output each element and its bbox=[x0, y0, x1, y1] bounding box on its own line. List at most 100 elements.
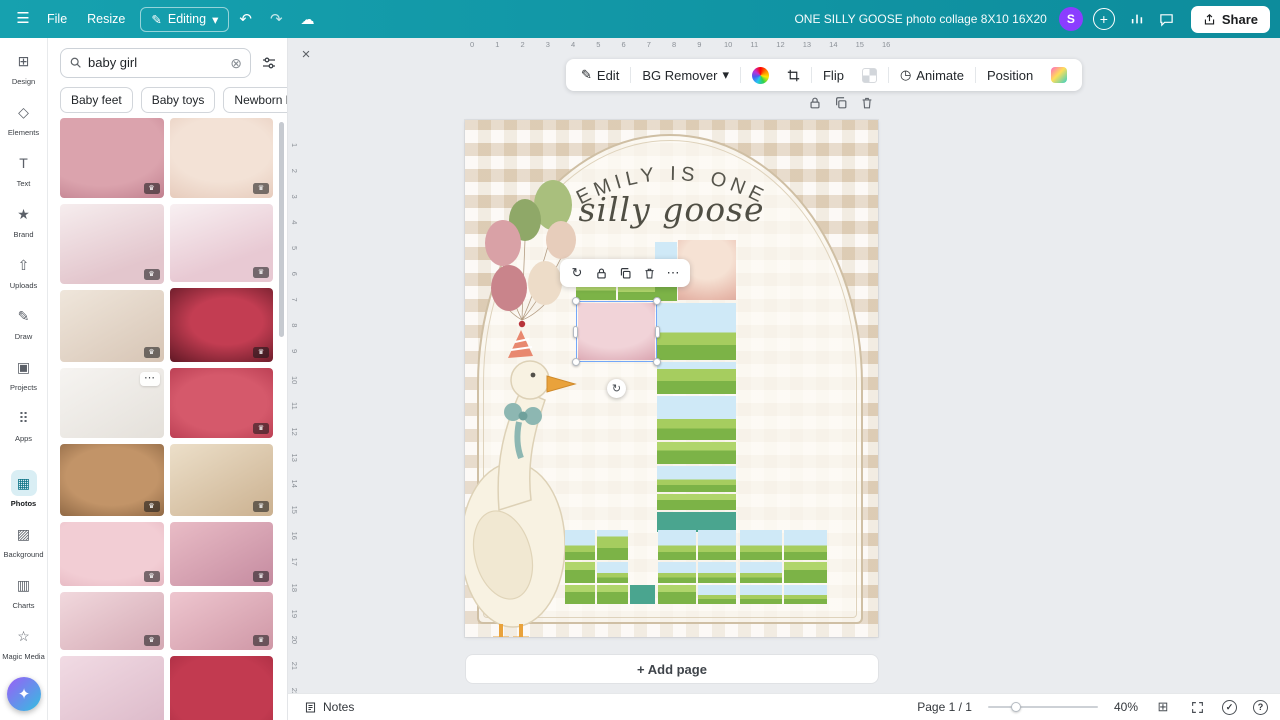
resize-handle[interactable] bbox=[572, 358, 580, 366]
more-options-icon[interactable]: ⋯ bbox=[662, 262, 684, 284]
photo-frame-placeholder[interactable] bbox=[740, 562, 782, 583]
photo-frame-placeholder[interactable] bbox=[698, 530, 736, 560]
design-page[interactable]: EMILY IS ONE silly goose bbox=[465, 120, 878, 637]
close-panel-icon[interactable]: × bbox=[296, 44, 316, 64]
photo-thumbnail[interactable] bbox=[170, 656, 274, 720]
sidebar-item-brand[interactable]: ★ Brand bbox=[0, 195, 48, 246]
delete-page-button[interactable] bbox=[860, 96, 874, 110]
trash-icon[interactable] bbox=[638, 262, 660, 284]
script-title-text[interactable]: silly goose bbox=[465, 190, 878, 229]
photo-thumbnail[interactable]: ♛ bbox=[170, 444, 274, 516]
search-box[interactable]: ⊗ bbox=[60, 48, 251, 78]
share-button[interactable]: Share bbox=[1191, 6, 1270, 33]
photo-frame-placeholder[interactable] bbox=[597, 530, 628, 560]
search-filter-icon[interactable] bbox=[259, 53, 279, 73]
photo-thumbnail[interactable]: ♛ bbox=[170, 118, 274, 198]
edit-button[interactable]: ✎ Edit bbox=[574, 63, 626, 87]
photo-frame-placeholder[interactable] bbox=[657, 466, 736, 492]
comments-icon[interactable] bbox=[1153, 6, 1181, 32]
add-page-button[interactable]: + Add page bbox=[466, 655, 878, 683]
zoom-slider-knob[interactable] bbox=[1011, 702, 1021, 712]
flip-button[interactable]: Flip bbox=[816, 64, 851, 87]
photo-frame-placeholder[interactable] bbox=[657, 396, 736, 440]
photo-thumbnail[interactable]: ♛ bbox=[60, 118, 164, 198]
photo-frame-placeholder[interactable] bbox=[657, 494, 736, 510]
notes-button[interactable]: Notes bbox=[304, 700, 354, 714]
photo-frame-placeholder[interactable] bbox=[658, 585, 696, 604]
photo-frame-placeholder[interactable] bbox=[698, 562, 736, 583]
animate-button[interactable]: ◷ Animate bbox=[893, 63, 971, 87]
photo-thumbnail[interactable]: ⋯ bbox=[60, 368, 164, 438]
chip-baby-feet[interactable]: Baby feet bbox=[60, 87, 133, 113]
document-title[interactable]: ONE SILLY GOOSE photo collage 8X10 16X20 bbox=[794, 12, 1056, 26]
photo-thumbnail[interactable]: ♛ bbox=[60, 204, 164, 284]
photo-frame-placeholder[interactable] bbox=[565, 530, 595, 560]
zoom-level[interactable]: 40% bbox=[1114, 700, 1138, 714]
sidebar-item-photos[interactable]: ▦ Photos bbox=[0, 464, 48, 515]
hamburger-menu-icon[interactable]: ☰ bbox=[10, 6, 36, 32]
photo-thumbnail[interactable]: ♛ bbox=[60, 592, 164, 650]
fullscreen-icon[interactable] bbox=[1188, 698, 1206, 716]
sidebar-item-elements[interactable]: ◇ Elements bbox=[0, 93, 48, 144]
photo-frame-placeholder[interactable] bbox=[657, 442, 736, 464]
sidebar-item-text[interactable]: T Text bbox=[0, 144, 48, 195]
search-clear-icon[interactable]: ⊗ bbox=[230, 56, 242, 70]
magic-assistant-button[interactable]: ✦ bbox=[7, 677, 41, 711]
photo-frame-placeholder[interactable] bbox=[565, 562, 595, 583]
thumbnail-more-icon[interactable]: ⋯ bbox=[140, 372, 160, 386]
transparency-button[interactable] bbox=[855, 64, 884, 87]
side-resize-handle[interactable] bbox=[655, 326, 660, 338]
photo-frame-placeholder[interactable] bbox=[597, 562, 628, 583]
chip-baby-toys[interactable]: Baby toys bbox=[141, 87, 216, 113]
photo-frame-placeholder[interactable] bbox=[740, 585, 782, 604]
photo-thumbnail[interactable]: ♛ bbox=[170, 592, 274, 650]
photo-thumbnail[interactable]: ♛ bbox=[170, 522, 274, 586]
resize-handle[interactable] bbox=[572, 297, 580, 305]
avatar[interactable]: S bbox=[1059, 7, 1083, 31]
duplicate-icon[interactable] bbox=[614, 262, 636, 284]
photo-frame-placeholder[interactable] bbox=[597, 585, 628, 604]
photo-thumbnail[interactable]: ♛ bbox=[170, 368, 274, 438]
position-button[interactable]: Position bbox=[980, 64, 1040, 87]
photo-frame-placeholder[interactable] bbox=[658, 562, 696, 583]
sidebar-item-draw[interactable]: ✎ Draw bbox=[0, 297, 48, 348]
resize-handle[interactable] bbox=[653, 297, 661, 305]
resize-handle[interactable] bbox=[653, 358, 661, 366]
photo-frame-placeholder[interactable] bbox=[657, 303, 736, 360]
sidebar-item-uploads[interactable]: ⇧ Uploads bbox=[0, 246, 48, 297]
grid-view-icon[interactable]: ⊞ bbox=[1154, 698, 1172, 716]
styles-button[interactable] bbox=[1044, 63, 1074, 87]
redo-button[interactable]: ↷ bbox=[262, 6, 291, 32]
photo-thumbnail[interactable] bbox=[60, 656, 164, 720]
photo-frame-placeholder[interactable] bbox=[576, 285, 616, 300]
photo-thumbnail[interactable]: ♛ bbox=[60, 444, 164, 516]
crop-button[interactable] bbox=[780, 65, 807, 86]
editing-mode-dropdown[interactable]: ✎ Editing ▾ bbox=[140, 7, 229, 32]
photo-frame-placeholder[interactable] bbox=[784, 585, 827, 604]
lock-page-button[interactable] bbox=[808, 96, 822, 110]
photo-frame-placeholder[interactable] bbox=[740, 530, 782, 560]
insights-icon[interactable] bbox=[1123, 6, 1151, 32]
photo-frame-placeholder[interactable] bbox=[784, 562, 827, 583]
lock-icon[interactable] bbox=[590, 262, 612, 284]
file-menu[interactable]: File bbox=[38, 6, 76, 32]
side-resize-handle[interactable] bbox=[573, 326, 578, 338]
photo-frame-placeholder[interactable] bbox=[784, 530, 827, 560]
help-icon[interactable]: ? bbox=[1253, 700, 1268, 715]
sidebar-item-magic-media[interactable]: ☆ Magic Media bbox=[0, 617, 48, 668]
add-member-button[interactable]: + bbox=[1093, 8, 1115, 30]
panel-scrollbar[interactable] bbox=[279, 122, 284, 337]
photo-thumbnail[interactable]: ♛ bbox=[170, 204, 274, 282]
chip-newborn-baby[interactable]: Newborn bab bbox=[223, 87, 287, 113]
sidebar-item-charts[interactable]: ▥ Charts bbox=[0, 566, 48, 617]
zoom-slider[interactable] bbox=[988, 706, 1098, 708]
search-input[interactable] bbox=[88, 55, 224, 70]
photo-frame-placeholder[interactable] bbox=[565, 585, 595, 604]
photo-frame-placeholder[interactable] bbox=[658, 530, 696, 560]
photo-thumbnail[interactable]: ♛ bbox=[170, 288, 274, 362]
photo-frame-placeholder[interactable] bbox=[657, 362, 736, 394]
rotate-handle[interactable]: ↻ bbox=[607, 379, 626, 398]
photo-frame-placeholder[interactable] bbox=[618, 287, 655, 300]
photo-thumbnail[interactable]: ♛ bbox=[60, 290, 164, 362]
photo-frame-placeholder[interactable] bbox=[630, 585, 655, 604]
